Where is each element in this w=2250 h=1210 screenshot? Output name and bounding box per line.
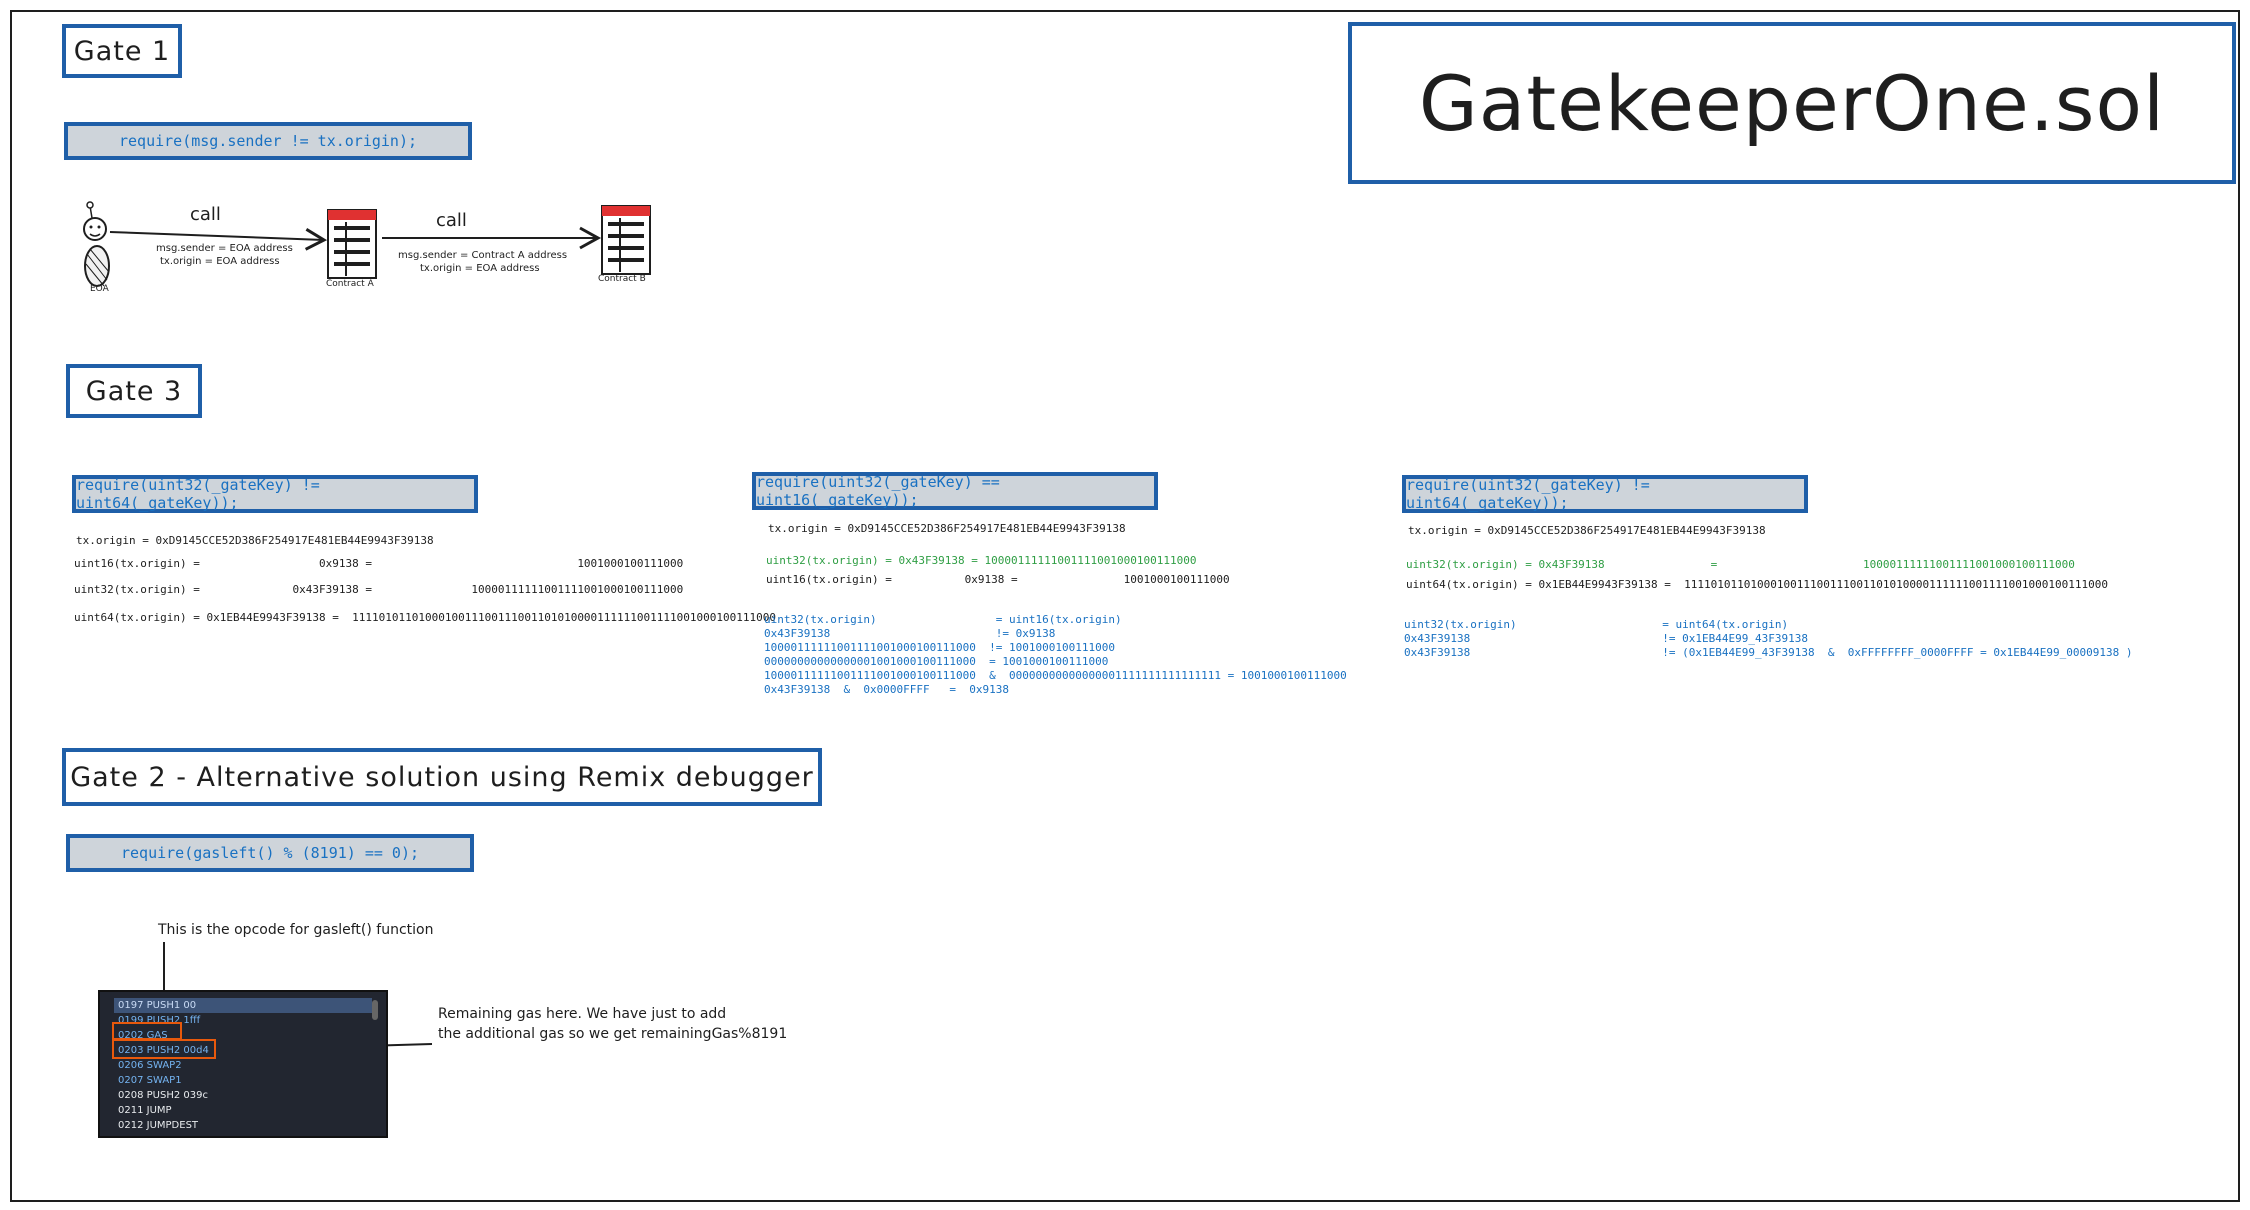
gate2-title: Gate 2 - Alternative solution using Remi… xyxy=(70,761,814,793)
gate3-col2-require-text: require(uint32(_gateKey) == uint16(_gate… xyxy=(756,473,1000,509)
gate3-col3-line-uint64: uint64(tx.origin) = 0x1EB44E9943F39138 =… xyxy=(1406,578,2108,591)
gate3-col2-require: require(uint32(_gateKey) == uint16(_gate… xyxy=(752,472,1158,510)
call2-info-line2: tx.origin = EOA address xyxy=(420,263,540,274)
annotation-opcode: This is the opcode for gasleft() functio… xyxy=(158,922,434,938)
debugger-row[interactable]: 0206 SWAP2 xyxy=(114,1058,372,1073)
call1-info-line2: tx.origin = EOA address xyxy=(160,256,280,267)
gate3-col1-require-text: require(uint32(_gateKey) != uint64(_gate… xyxy=(76,476,320,512)
eoa-avatar-icon xyxy=(83,201,110,287)
gate3-col3-blue-0: uint32(tx.origin) = uint64(tx.origin) xyxy=(1404,618,1789,631)
debugger-row[interactable]: 0207 SWAP1 xyxy=(114,1073,372,1088)
contract-b-label: Contract B xyxy=(598,274,646,284)
contract-b-icon xyxy=(601,205,651,275)
contract-a-icon xyxy=(327,209,377,279)
push2-highlight xyxy=(112,1039,216,1059)
debugger-row[interactable]: 0212 JUMPDEST xyxy=(114,1118,372,1133)
call1-info-line1: msg.sender = EOA address xyxy=(156,243,293,254)
gate3-title-box: Gate 3 xyxy=(66,364,202,418)
gate3-col2-blue-2: 10000111111001111001000100111000 != 1001… xyxy=(764,641,1115,654)
gas-opcode-highlight xyxy=(112,1022,182,1040)
gate3-col2-blue-0: uint32(tx.origin) = uint16(tx.origin) xyxy=(764,613,1122,626)
call2-info-line1: msg.sender = Contract A address xyxy=(398,250,568,261)
gate3-col1-require: require(uint32(_gateKey) != uint64(_gate… xyxy=(72,475,478,513)
gate3-col3-require-text: require(uint32(_gateKey) != uint64(_gate… xyxy=(1406,476,1650,512)
gate3-col1-line-uint64: uint64(tx.origin) = 0x1EB44E9943F39138 =… xyxy=(74,611,776,624)
gate3-title: Gate 3 xyxy=(85,375,183,407)
gate2-require: require(gasleft() % (8191) == 0); xyxy=(66,834,474,872)
debugger-row[interactable]: 0208 PUSH2 039c xyxy=(114,1088,372,1103)
gate3-col2-line-uint16: uint16(tx.origin) = 0x9138 = 10010001001… xyxy=(766,573,1230,586)
remix-debugger-panel[interactable]: 0197 PUSH1 00 0199 PUSH2 1fff 0202 GAS 0… xyxy=(98,990,388,1138)
gate3-col2-blue-5: 0x43F39138 & 0x0000FFFF = 0x9138 xyxy=(764,683,1010,696)
gate3-col3-line-uint32: uint32(tx.origin) = 0x43F39138 = 1000011… xyxy=(1406,558,2075,571)
gate3-col3-origin: tx.origin = 0xD9145CCE52D386F254917E481E… xyxy=(1408,524,1766,537)
call1-label: call xyxy=(190,204,221,225)
gate3-col2-blue-1: 0x43F39138 != 0x9138 xyxy=(764,627,1056,640)
call2-label: call xyxy=(436,210,467,231)
gate3-col1-line-uint16: uint16(tx.origin) = 0x9138 = 10010001001… xyxy=(74,557,684,570)
gate3-col2-line-uint32: uint32(tx.origin) = 0x43F39138 = 1000011… xyxy=(766,554,1197,567)
gate3-col2-origin: tx.origin = 0xD9145CCE52D386F254917E481E… xyxy=(768,522,1126,535)
gate3-col1-line-uint32: uint32(tx.origin) = 0x43F39138 = 1000011… xyxy=(74,583,684,596)
gate2-title-box: Gate 2 - Alternative solution using Remi… xyxy=(62,748,822,806)
annotation-remaining-gas-1: Remaining gas here. We have just to add xyxy=(438,1006,727,1022)
eoa-label: EOA xyxy=(90,284,109,294)
annotation-remaining-gas-2: the additional gas so we get remainingGa… xyxy=(438,1026,788,1042)
gate3-col1-line-origin: tx.origin = 0xD9145CCE52D386F254917E481E… xyxy=(76,534,434,547)
debugger-row[interactable]: 0197 PUSH1 00 xyxy=(114,998,372,1013)
debugger-row[interactable]: 0211 JUMP xyxy=(114,1103,372,1118)
gate3-col3-blue-1: 0x43F39138 != 0x1EB44E99_43F39138 xyxy=(1404,632,1808,645)
gate3-col2-blue-3: 00000000000000001001000100111000 = 10010… xyxy=(764,655,1109,668)
gate2-require-text: require(gasleft() % (8191) == 0); xyxy=(120,844,419,862)
gate3-col2-blue-4: 10000111111001111001000100111000 & 00000… xyxy=(764,669,1347,682)
debugger-scrollbar[interactable] xyxy=(372,1000,378,1020)
gate3-col3-require: require(uint32(_gateKey) != uint64(_gate… xyxy=(1402,475,1808,513)
gate3-col3-blue-2: 0x43F39138 != (0x1EB44E99_43F39138 & 0xF… xyxy=(1404,646,2133,659)
call1-arrow xyxy=(109,228,328,251)
contract-a-label: Contract A xyxy=(326,279,374,289)
